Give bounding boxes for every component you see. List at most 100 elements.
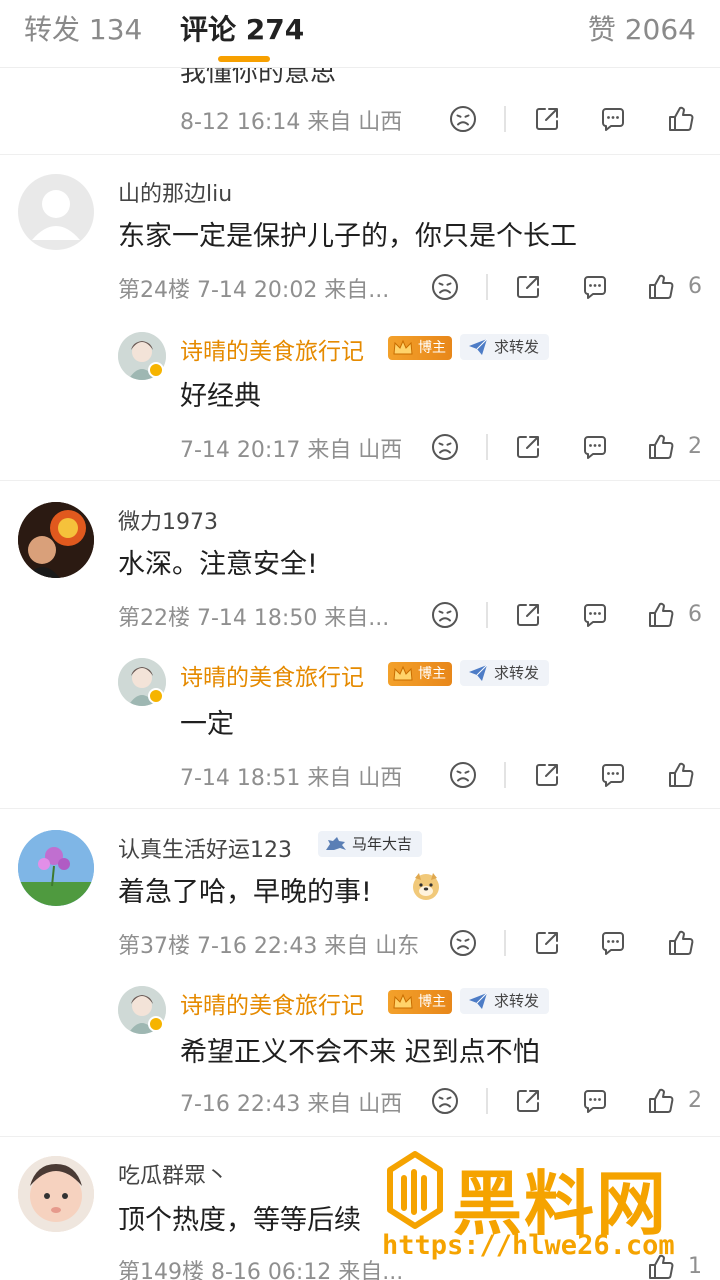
- like-icon[interactable]: [666, 928, 696, 958]
- crown-icon: [393, 993, 413, 1009]
- comment-icon[interactable]: [580, 1086, 610, 1116]
- like-icon[interactable]: [646, 600, 676, 630]
- avatar[interactable]: [18, 830, 94, 906]
- like-icon[interactable]: [666, 760, 696, 790]
- divider: [486, 434, 488, 460]
- author-badge-label: 博主: [418, 340, 446, 356]
- tab-comments[interactable]: 评论 274: [180, 8, 304, 48]
- comment-meta: 第24楼 7-14 20:02 来自...: [118, 278, 390, 303]
- dislike-icon[interactable]: [430, 272, 460, 302]
- comment-divider: [0, 1136, 720, 1137]
- watermark-logo-icon: [387, 1151, 443, 1229]
- horse-icon: [326, 837, 346, 850]
- author-badge-label: 博主: [418, 994, 446, 1010]
- avatar[interactable]: [18, 174, 94, 250]
- crown-icon: [393, 339, 413, 355]
- comment-username[interactable]: 吃瓜群眾丶: [118, 1158, 228, 1190]
- comment-text: 水深。注意安全!: [118, 549, 318, 580]
- reply-meta: 7-14 20:17 来自 山西: [180, 438, 403, 463]
- dislike-icon[interactable]: [448, 928, 478, 958]
- divider: [504, 106, 506, 132]
- share-icon[interactable]: [513, 600, 543, 630]
- like-count: 2: [688, 434, 702, 459]
- comment-icon[interactable]: [580, 600, 610, 630]
- like-count: 1: [688, 1254, 702, 1279]
- like-icon[interactable]: [646, 1086, 676, 1116]
- share-icon[interactable]: [532, 104, 562, 134]
- author-badge-label: 博主: [418, 666, 446, 682]
- watermark-url: https://hlwe26.com: [382, 1230, 675, 1261]
- share-icon[interactable]: [513, 1086, 543, 1116]
- share-icon[interactable]: [513, 272, 543, 302]
- avatar[interactable]: [18, 502, 94, 578]
- dislike-icon[interactable]: [430, 1086, 460, 1116]
- like-icon[interactable]: [666, 104, 696, 134]
- divider: [504, 762, 506, 788]
- author-badge: 博主: [388, 662, 452, 686]
- repost-request-badge[interactable]: 求转发: [460, 660, 550, 686]
- comment-divider: [0, 808, 720, 809]
- reply-meta: 8-12 16:14 来自 山西: [180, 110, 403, 135]
- reply-username[interactable]: 诗晴的美食旅行记: [180, 658, 364, 692]
- divider: [486, 602, 488, 628]
- repost-request-label: 求转发: [494, 664, 540, 682]
- comment-username[interactable]: 微力1973: [118, 504, 218, 536]
- paper-plane-icon: [469, 992, 488, 1009]
- like-icon[interactable]: [646, 272, 676, 302]
- repost-request-badge[interactable]: 求转发: [460, 988, 550, 1014]
- comment-icon[interactable]: [598, 760, 628, 790]
- verified-badge-icon: [148, 1016, 164, 1032]
- doge-emoji-icon: [410, 870, 442, 902]
- horse-year-badge-label: 马年大吉: [352, 835, 413, 853]
- paper-plane-icon: [469, 664, 488, 681]
- comment-icon[interactable]: [580, 432, 610, 462]
- divider: [486, 274, 488, 300]
- avatar[interactable]: [18, 1156, 94, 1232]
- active-tab-indicator: [218, 56, 270, 62]
- comment-text: 顶个热度，等等后续: [118, 1205, 361, 1236]
- reply-text: 一定: [180, 709, 234, 740]
- comment-text: 着急了哈，早晚的事!: [118, 877, 372, 908]
- comment-icon[interactable]: [598, 928, 628, 958]
- reply-username[interactable]: 诗晴的美食旅行记: [180, 332, 364, 366]
- dislike-icon[interactable]: [430, 600, 460, 630]
- like-count: 6: [688, 274, 702, 299]
- crown-icon: [393, 665, 413, 681]
- dislike-icon[interactable]: [430, 432, 460, 462]
- comment-icon[interactable]: [598, 104, 628, 134]
- tab-likes[interactable]: 赞 2064: [588, 8, 696, 48]
- comment-divider: [0, 480, 720, 481]
- comment-meta: 第149楼 8-16 06:12 来自...: [118, 1260, 404, 1280]
- share-icon[interactable]: [532, 928, 562, 958]
- repost-request-badge[interactable]: 求转发: [460, 334, 550, 360]
- share-icon[interactable]: [532, 760, 562, 790]
- divider: [504, 930, 506, 956]
- paper-plane-icon: [469, 338, 488, 355]
- reply-text: 好经典: [180, 381, 261, 412]
- tab-bar: 转发 134 评论 274 赞 2064: [0, 0, 720, 68]
- dislike-icon[interactable]: [448, 104, 478, 134]
- comment-icon[interactable]: [580, 272, 610, 302]
- verified-badge-icon: [148, 688, 164, 704]
- comment-meta: 第37楼 7-16 22:43 来自 山东: [118, 934, 420, 959]
- tab-repost[interactable]: 转发 134: [24, 8, 142, 48]
- comment-username[interactable]: 山的那边liu: [118, 176, 232, 208]
- reply-meta: 7-14 18:51 来自 山西: [180, 766, 403, 791]
- reply-meta: 7-16 22:43 来自 山西: [180, 1092, 403, 1117]
- like-count: 2: [688, 1088, 702, 1113]
- author-badge: 博主: [388, 336, 452, 360]
- author-badge: 博主: [388, 990, 452, 1014]
- share-icon[interactable]: [513, 432, 543, 462]
- comment-username[interactable]: 认真生活好运123: [118, 832, 292, 864]
- like-icon[interactable]: [646, 432, 676, 462]
- dislike-icon[interactable]: [448, 760, 478, 790]
- comment-meta: 第22楼 7-14 18:50 来自...: [118, 606, 390, 631]
- comment-text: 东家一定是保护儿子的，你只是个长工: [118, 221, 577, 252]
- reply-username[interactable]: 诗晴的美食旅行记: [180, 986, 364, 1020]
- verified-badge-icon: [148, 362, 164, 378]
- comment-divider: [0, 154, 720, 155]
- repost-request-label: 求转发: [494, 338, 540, 356]
- like-count: 6: [688, 602, 702, 627]
- horse-year-badge: 马年大吉: [318, 831, 423, 857]
- divider: [486, 1088, 488, 1114]
